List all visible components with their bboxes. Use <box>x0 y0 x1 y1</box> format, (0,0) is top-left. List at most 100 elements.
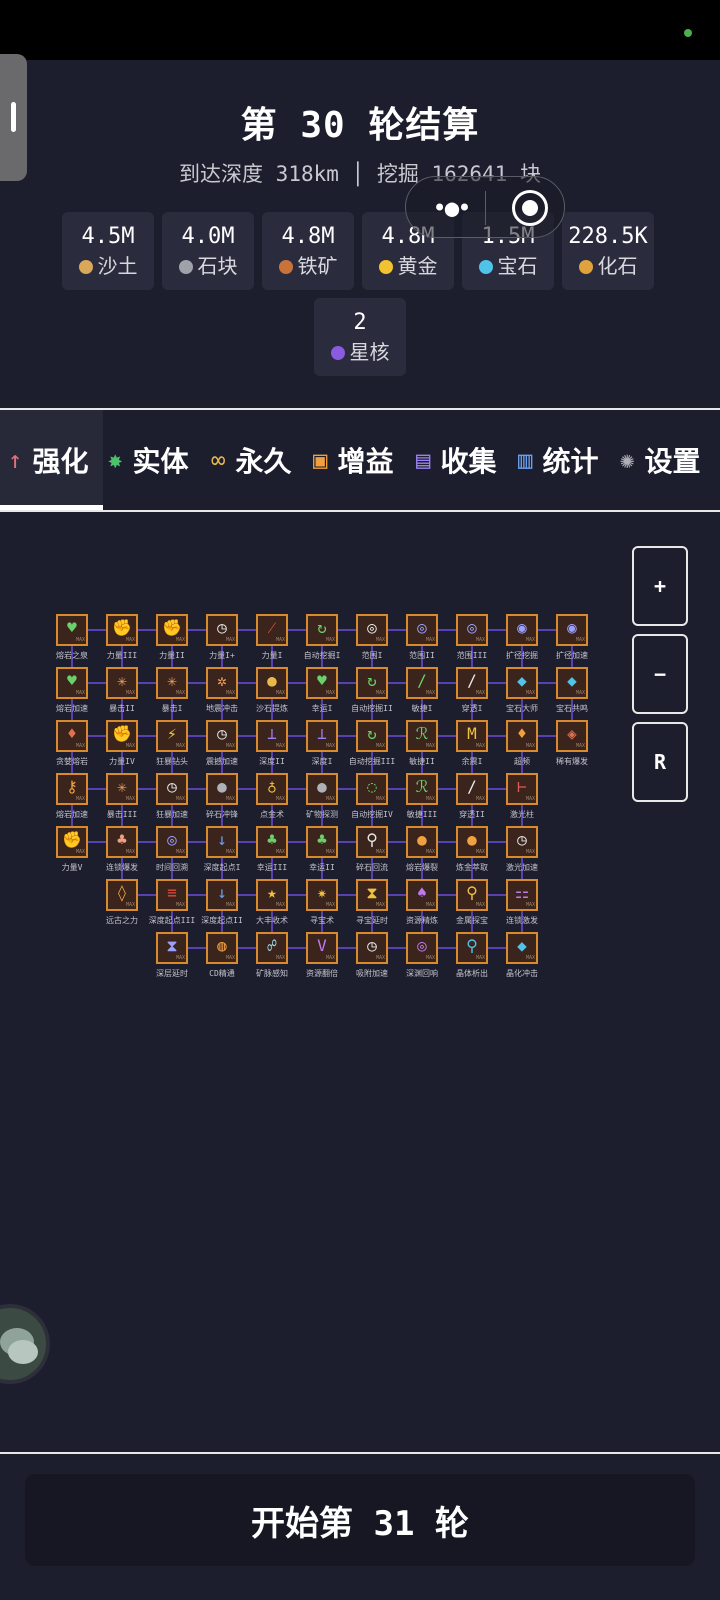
skill-node[interactable]: ● MAX <box>256 667 288 699</box>
skill-max-tag: MAX <box>375 955 385 961</box>
skill-node[interactable]: ↻ MAX <box>306 614 338 646</box>
skill-node[interactable]: ♠ MAX <box>406 879 438 911</box>
skill-node[interactable]: ⊢ MAX <box>506 773 538 805</box>
skill-node[interactable]: ◆ MAX <box>506 932 538 964</box>
skill-node[interactable]: V MAX <box>306 932 338 964</box>
skill-node[interactable]: ✊ MAX <box>106 720 138 752</box>
skill-node[interactable]: ☍ MAX <box>256 932 288 964</box>
skill-node[interactable]: ◈ MAX <box>556 720 588 752</box>
skill-max-tag: MAX <box>175 796 185 802</box>
skill-max-tag: MAX <box>175 902 185 908</box>
skill-node[interactable]: ◷ MAX <box>206 720 238 752</box>
skill-node[interactable]: ◆ MAX <box>506 667 538 699</box>
skill-node[interactable]: ⧗ MAX <box>156 932 188 964</box>
skill-node[interactable]: ◍ MAX <box>206 932 238 964</box>
skill-node[interactable]: ⚲ MAX <box>356 826 388 858</box>
skill-node[interactable]: ✳ MAX <box>106 667 138 699</box>
skill-node[interactable]: ● MAX <box>406 826 438 858</box>
skill-node[interactable]: ⊥ MAX <box>306 720 338 752</box>
skill-max-tag: MAX <box>175 743 185 749</box>
skill-node[interactable]: ✳ MAX <box>106 773 138 805</box>
skill-node[interactable]: ♦ MAX <box>56 720 88 752</box>
skill-max-tag: MAX <box>175 849 185 855</box>
skill-max-tag: MAX <box>225 955 235 961</box>
wechat-float-button[interactable] <box>0 1304 50 1384</box>
skill-node[interactable]: ◌ MAX <box>356 773 388 805</box>
skill-node[interactable]: ✲ MAX <box>206 667 238 699</box>
skill-node[interactable]: ♁ MAX <box>256 773 288 805</box>
skill-node[interactable]: ↻ MAX <box>356 667 388 699</box>
skill-node[interactable]: ✊ MAX <box>156 614 188 646</box>
skill-node[interactable]: ◷ MAX <box>506 826 538 858</box>
skill-node[interactable]: ● MAX <box>206 773 238 805</box>
skill-node[interactable]: ◎ MAX <box>406 932 438 964</box>
skill-max-tag: MAX <box>475 902 485 908</box>
skill-node[interactable]: ↓ MAX <box>206 826 238 858</box>
skill-node[interactable]: ⚏ MAX <box>506 879 538 911</box>
skill-max-tag: MAX <box>325 902 335 908</box>
skill-node[interactable]: ⚷ MAX <box>56 773 88 805</box>
skill-max-tag: MAX <box>275 637 285 643</box>
skill-node[interactable]: ◆ MAX <box>556 667 588 699</box>
skill-node[interactable]: ◷ MAX <box>206 614 238 646</box>
skill-node[interactable]: ◎ MAX <box>406 614 438 646</box>
skill-max-tag: MAX <box>425 902 435 908</box>
skill-node[interactable]: ♣ MAX <box>106 826 138 858</box>
skill-node[interactable]: ◉ MAX <box>556 614 588 646</box>
skill-node[interactable]: ℛ MAX <box>406 720 438 752</box>
skill-max-tag: MAX <box>575 690 585 696</box>
skill-max-tag: MAX <box>525 637 535 643</box>
skill-node[interactable]: M MAX <box>456 720 488 752</box>
skill-node[interactable]: ◉ MAX <box>506 614 538 646</box>
skill-node[interactable]: / MAX <box>406 667 438 699</box>
skill-max-tag: MAX <box>475 849 485 855</box>
skill-node[interactable]: / MAX <box>456 667 488 699</box>
skill-label: 连锁激发 <box>506 916 538 925</box>
skill-node[interactable]: ♥ MAX <box>306 667 338 699</box>
skill-node[interactable]: ◷ MAX <box>356 932 388 964</box>
skill-node[interactable]: ◎ MAX <box>356 614 388 646</box>
skill-max-tag: MAX <box>475 690 485 696</box>
skill-label: 宝石共鸣 <box>556 704 588 713</box>
skill-node[interactable]: ⁄ MAX <box>256 614 288 646</box>
skill-node[interactable]: / MAX <box>456 773 488 805</box>
skill-node[interactable]: ✊ MAX <box>106 614 138 646</box>
skill-node[interactable]: ⚡ MAX <box>156 720 188 752</box>
skill-node[interactable]: ⚲ MAX <box>456 932 488 964</box>
skill-node[interactable]: ● MAX <box>306 773 338 805</box>
skill-node[interactable]: ♦ MAX <box>506 720 538 752</box>
skill-node[interactable]: ♥ MAX <box>56 614 88 646</box>
skill-node[interactable]: ↻ MAX <box>356 720 388 752</box>
skill-max-tag: MAX <box>425 849 435 855</box>
skill-node[interactable]: ⧗ MAX <box>356 879 388 911</box>
skill-max-tag: MAX <box>225 690 235 696</box>
skill-max-tag: MAX <box>375 690 385 696</box>
skill-node[interactable]: ✊ MAX <box>56 826 88 858</box>
skill-node[interactable]: ◎ MAX <box>456 614 488 646</box>
skill-max-tag: MAX <box>375 849 385 855</box>
skill-max-tag: MAX <box>375 796 385 802</box>
skill-node[interactable]: ◊ MAX <box>106 879 138 911</box>
start-next-round-button[interactable]: 开始第 31 轮 <box>25 1474 695 1566</box>
skill-node[interactable]: ≡ MAX <box>156 879 188 911</box>
skill-max-tag: MAX <box>575 637 585 643</box>
skill-node[interactable]: ♣ MAX <box>306 826 338 858</box>
skill-node[interactable]: ⊥ MAX <box>256 720 288 752</box>
skill-label: 扩径加速 <box>556 651 588 660</box>
skill-node[interactable]: ● MAX <box>456 826 488 858</box>
skill-max-tag: MAX <box>275 849 285 855</box>
skill-node[interactable]: ◎ MAX <box>156 826 188 858</box>
skill-node[interactable]: ★ MAX <box>256 879 288 911</box>
skill-node[interactable]: ✷ MAX <box>306 879 338 911</box>
skill-node[interactable]: ⚲ MAX <box>456 879 488 911</box>
skill-node[interactable]: ✳ MAX <box>156 667 188 699</box>
skill-node[interactable]: ♣ MAX <box>256 826 288 858</box>
skill-node[interactable]: ◷ MAX <box>156 773 188 805</box>
skill-node[interactable]: ℛ MAX <box>406 773 438 805</box>
skill-max-tag: MAX <box>325 743 335 749</box>
skill-max-tag: MAX <box>475 743 485 749</box>
skill-node[interactable]: ↓ MAX <box>206 879 238 911</box>
skill-max-tag: MAX <box>425 690 435 696</box>
skill-max-tag: MAX <box>425 955 435 961</box>
skill-node[interactable]: ♥ MAX <box>56 667 88 699</box>
